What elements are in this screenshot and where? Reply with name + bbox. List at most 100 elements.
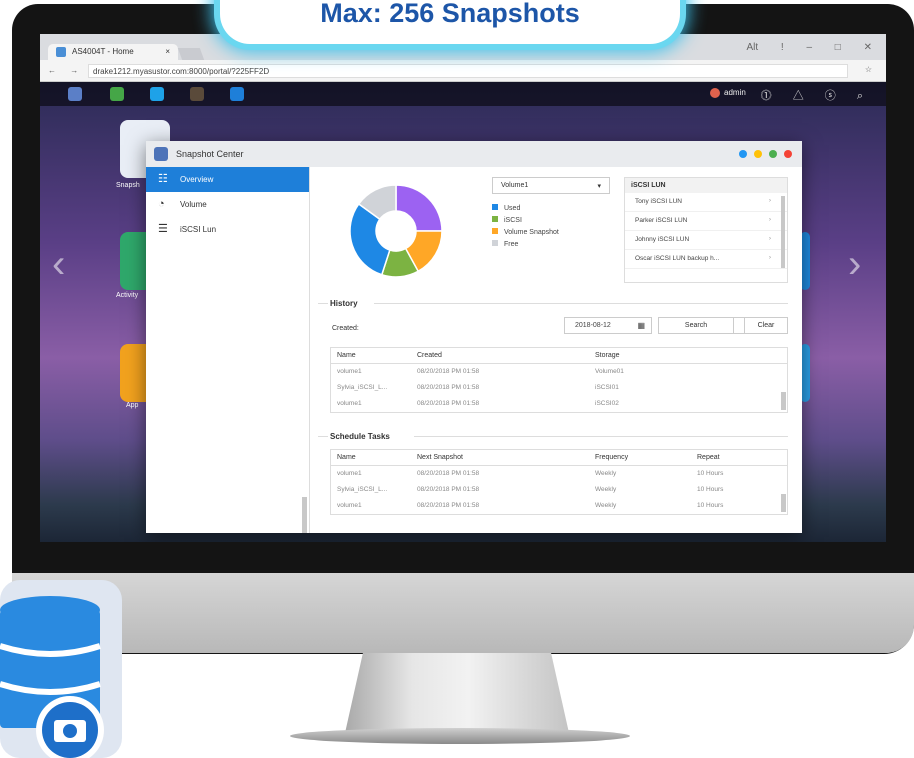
cell-name: volume1 xyxy=(337,368,362,375)
address-bar-row: ← → C drake1212.myasustor.com:8000/porta… xyxy=(40,60,886,82)
chevron-right-icon: › xyxy=(768,235,771,242)
tab-close-icon[interactable]: × xyxy=(165,47,170,56)
column-header[interactable]: Storage xyxy=(595,352,620,359)
column-header[interactable]: Repeat xyxy=(697,454,720,461)
created-label: Created: xyxy=(332,325,359,332)
lun-name: Oscar iSCSI LUN backup h... xyxy=(635,255,720,262)
window-titlebar: Snapshot Center xyxy=(146,141,802,167)
table-row[interactable]: volume1 08/20/2018 PM 01:58 iSCSI02 xyxy=(331,396,787,412)
lun-list-item[interactable]: Johnny iSCSI LUN › xyxy=(625,231,787,250)
sidebar-item-volume[interactable]: ◔ Volume xyxy=(146,192,309,217)
donut-slice xyxy=(395,184,443,232)
chart-legend: Used iSCSI Volume Snapshot Free xyxy=(492,203,559,251)
divider xyxy=(318,436,328,437)
schedule-scrollbar[interactable] xyxy=(781,494,786,512)
cell-name: volume1 xyxy=(337,400,362,407)
lun-list-item[interactable]: Parker iSCSI LUN › xyxy=(625,212,787,231)
screen: AS4004T - Home × Alt ! – □ ✕ ← → C drake… xyxy=(40,34,886,542)
sidebar-scrollbar[interactable] xyxy=(302,497,307,533)
media-app-icon[interactable] xyxy=(190,87,204,101)
storage-donut-chart xyxy=(349,184,443,278)
column-header[interactable]: Name xyxy=(337,454,356,461)
column-header[interactable]: Name xyxy=(337,352,356,359)
url-input[interactable]: drake1212.myasustor.com:8000/portal/?225… xyxy=(88,64,848,78)
lun-list-scrollbar[interactable] xyxy=(781,196,785,268)
headline-banner: Max: 256 Snapshots xyxy=(220,0,680,44)
window-dot-blue[interactable] xyxy=(739,150,747,158)
user-menu[interactable]: admin xyxy=(710,88,746,98)
table-row[interactable]: volume1 08/20/2018 PM 01:58 Volume01 xyxy=(331,364,787,380)
topbar-icons[interactable]: ⓵ △ ⓢ ⌕ xyxy=(761,87,872,103)
lun-list-header: iSCSI LUN xyxy=(625,178,787,193)
window-dot-green[interactable] xyxy=(769,150,777,158)
table-row[interactable]: volume1 08/20/2018 PM 01:58 Weekly 10 Hours xyxy=(331,498,787,514)
date-from-input[interactable]: 2018-08-12 ▦ xyxy=(564,317,652,334)
snapshot-center-window: Snapshot Center ☷ Overview ◔ Volume ☰ iSCSI… xyxy=(146,141,802,533)
cell-next-snapshot: 08/20/2018 PM 01:58 xyxy=(417,486,480,493)
table-row[interactable]: volume1 08/20/2018 PM 01:58 Weekly 10 Hours xyxy=(331,466,787,482)
bookmark-star-icon[interactable]: ☆ xyxy=(865,65,872,74)
table-row[interactable]: Sylvia_iSCSI_L... 08/20/2018 PM 01:58 iSCS… xyxy=(331,380,787,396)
history-table: Name Created Storage volume1 08/20/2018 P… xyxy=(330,347,788,413)
next-page-icon[interactable]: › xyxy=(848,242,861,287)
window-dot-yellow[interactable] xyxy=(754,150,762,158)
clear-button[interactable]: Clear xyxy=(744,317,788,334)
cell-frequency: Weekly xyxy=(595,486,617,493)
snapshot-center-icon xyxy=(154,147,168,161)
lun-list-item[interactable]: Oscar iSCSI LUN backup h... › xyxy=(625,250,787,269)
cell-created: 08/20/2018 PM 01:58 xyxy=(417,368,480,375)
cloud-app-icon[interactable] xyxy=(230,87,244,101)
search-button[interactable]: Search xyxy=(658,317,734,334)
cell-created: 08/20/2018 PM 01:58 xyxy=(417,384,480,391)
app-central-icon[interactable] xyxy=(110,87,124,101)
lun-list-item[interactable]: Tony iSCSI LUN › xyxy=(625,193,787,212)
prev-page-icon[interactable]: ‹ xyxy=(52,242,65,287)
settings-app-icon[interactable] xyxy=(150,87,164,101)
legend-swatch xyxy=(492,204,498,210)
iscsi-lun-list: iSCSI LUN Tony iSCSI LUN › Parker iSCSI L… xyxy=(624,177,788,283)
new-tab-button[interactable] xyxy=(177,48,205,60)
sidebar-item-overview[interactable]: ☷ Overview xyxy=(146,167,309,192)
cell-frequency: Weekly xyxy=(595,502,617,509)
volume-select-value: Volume1 xyxy=(501,182,529,189)
cell-next-snapshot: 08/20/2018 PM 01:58 xyxy=(417,502,480,509)
window-controls[interactable]: Alt ! – □ ✕ xyxy=(746,42,872,53)
cell-repeat: 10 Hours xyxy=(697,486,724,493)
table-row[interactable]: Sylvia_iSCSI_L... 08/20/2018 PM 01:58 Week… xyxy=(331,482,787,498)
legend-swatch xyxy=(492,240,498,246)
browser-tab[interactable]: AS4004T - Home × xyxy=(48,44,178,60)
nas-desktop: admin ⓵ △ ⓢ ⌕ Snapsh Activity App ‹ › Sn… xyxy=(40,82,886,542)
column-header[interactable]: Next Snapshot xyxy=(417,454,463,461)
divider xyxy=(318,303,328,304)
legend-item: iSCSI xyxy=(492,215,559,227)
date-from-value: 2018-08-12 xyxy=(575,322,611,329)
monitor-chin xyxy=(12,573,914,653)
history-scrollbar[interactable] xyxy=(781,392,786,410)
avatar xyxy=(710,88,720,98)
legend-item: Free xyxy=(492,239,559,251)
legend-swatch xyxy=(492,228,498,234)
column-header[interactable]: Created xyxy=(417,352,442,359)
cell-created: 08/20/2018 PM 01:58 xyxy=(417,400,480,407)
cell-storage: iSCSI01 xyxy=(595,384,619,391)
table-header: Name Created Storage xyxy=(331,348,787,364)
calendar-icon[interactable]: ▦ xyxy=(637,321,645,330)
schedule-table: Name Next Snapshot Frequency Repeat volu… xyxy=(330,449,788,515)
desktop-label-snapshot: Snapsh xyxy=(116,182,140,189)
desktop-label-activity: Activity xyxy=(116,292,139,299)
window-close-dot[interactable] xyxy=(784,150,792,158)
sidebar-item-label: iSCSI Lun xyxy=(180,225,217,234)
cell-repeat: 10 Hours xyxy=(697,502,724,509)
volume-icon: ◔ xyxy=(158,198,165,210)
chevron-right-icon: › xyxy=(768,254,771,261)
volume-select[interactable]: Volume1 ▾ xyxy=(492,177,610,194)
sidebar-item-iscsi-lun[interactable]: ☰ iSCSI Lun xyxy=(146,217,309,242)
username: admin xyxy=(724,88,746,98)
monitor-stand xyxy=(345,653,569,733)
tab-title: AS4004T - Home xyxy=(72,47,134,56)
home-icon[interactable] xyxy=(68,87,82,101)
legend-swatch xyxy=(492,216,498,222)
column-header[interactable]: Frequency xyxy=(595,454,628,461)
divider xyxy=(374,303,788,304)
cell-frequency: Weekly xyxy=(595,470,617,477)
